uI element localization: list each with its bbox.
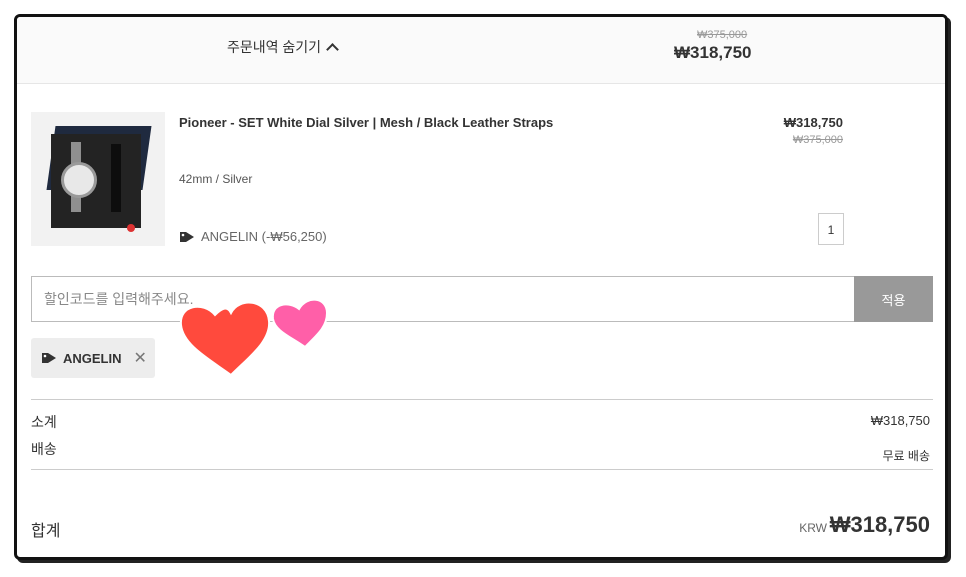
subtotal-label: 소계	[31, 414, 57, 430]
tag-icon	[41, 351, 57, 365]
hide-order-details-toggle[interactable]: 주문내역 숨기기	[227, 37, 339, 57]
summary-header: 주문내역 숨기기 ₩375,000 ₩318,750	[17, 17, 945, 84]
discount-code-input[interactable]	[31, 276, 855, 322]
order-summary-panel: 주문내역 숨기기 ₩375,000 ₩318,750 Pioneer - SET…	[14, 14, 948, 560]
subtotal-value: ₩318,750	[870, 413, 930, 428]
currency-code: KRW	[799, 521, 827, 535]
product-name: Pioneer - SET White Dial Silver | Mesh /…	[179, 115, 554, 130]
close-icon[interactable]: ✕	[134, 348, 147, 368]
tag-icon	[179, 230, 195, 244]
apply-button[interactable]: 적용	[854, 276, 933, 322]
applied-code-label: ANGELIN	[63, 350, 122, 366]
toggle-label: 주문내역 숨기기	[227, 39, 322, 55]
product-thumbnail	[31, 112, 165, 246]
award-badge-icon	[127, 224, 135, 232]
shipping-value: 무료 배송	[882, 449, 931, 463]
chevron-up-icon	[326, 43, 339, 56]
product-variant: 42mm / Silver	[179, 172, 253, 186]
item-discount: ANGELIN (-₩56,250)	[179, 229, 327, 244]
leather-strap	[111, 144, 121, 212]
summary-divider	[31, 399, 933, 400]
shipping-label: 배송	[31, 441, 57, 457]
total-label: 합계	[31, 523, 61, 540]
total-value: ₩318,750	[829, 512, 930, 537]
quantity-badge: 1	[818, 213, 844, 245]
summary-divider	[31, 469, 933, 470]
applied-code-chip: ANGELIN ✕	[31, 338, 155, 378]
item-original-price: ₩375,000	[792, 134, 843, 146]
watch-dial	[61, 162, 97, 198]
header-total: ₩318,750	[674, 43, 752, 62]
item-discount-label: ANGELIN (-₩56,250)	[201, 229, 327, 244]
header-original-total: ₩375,000	[697, 29, 748, 41]
item-price: ₩318,750	[783, 115, 843, 130]
